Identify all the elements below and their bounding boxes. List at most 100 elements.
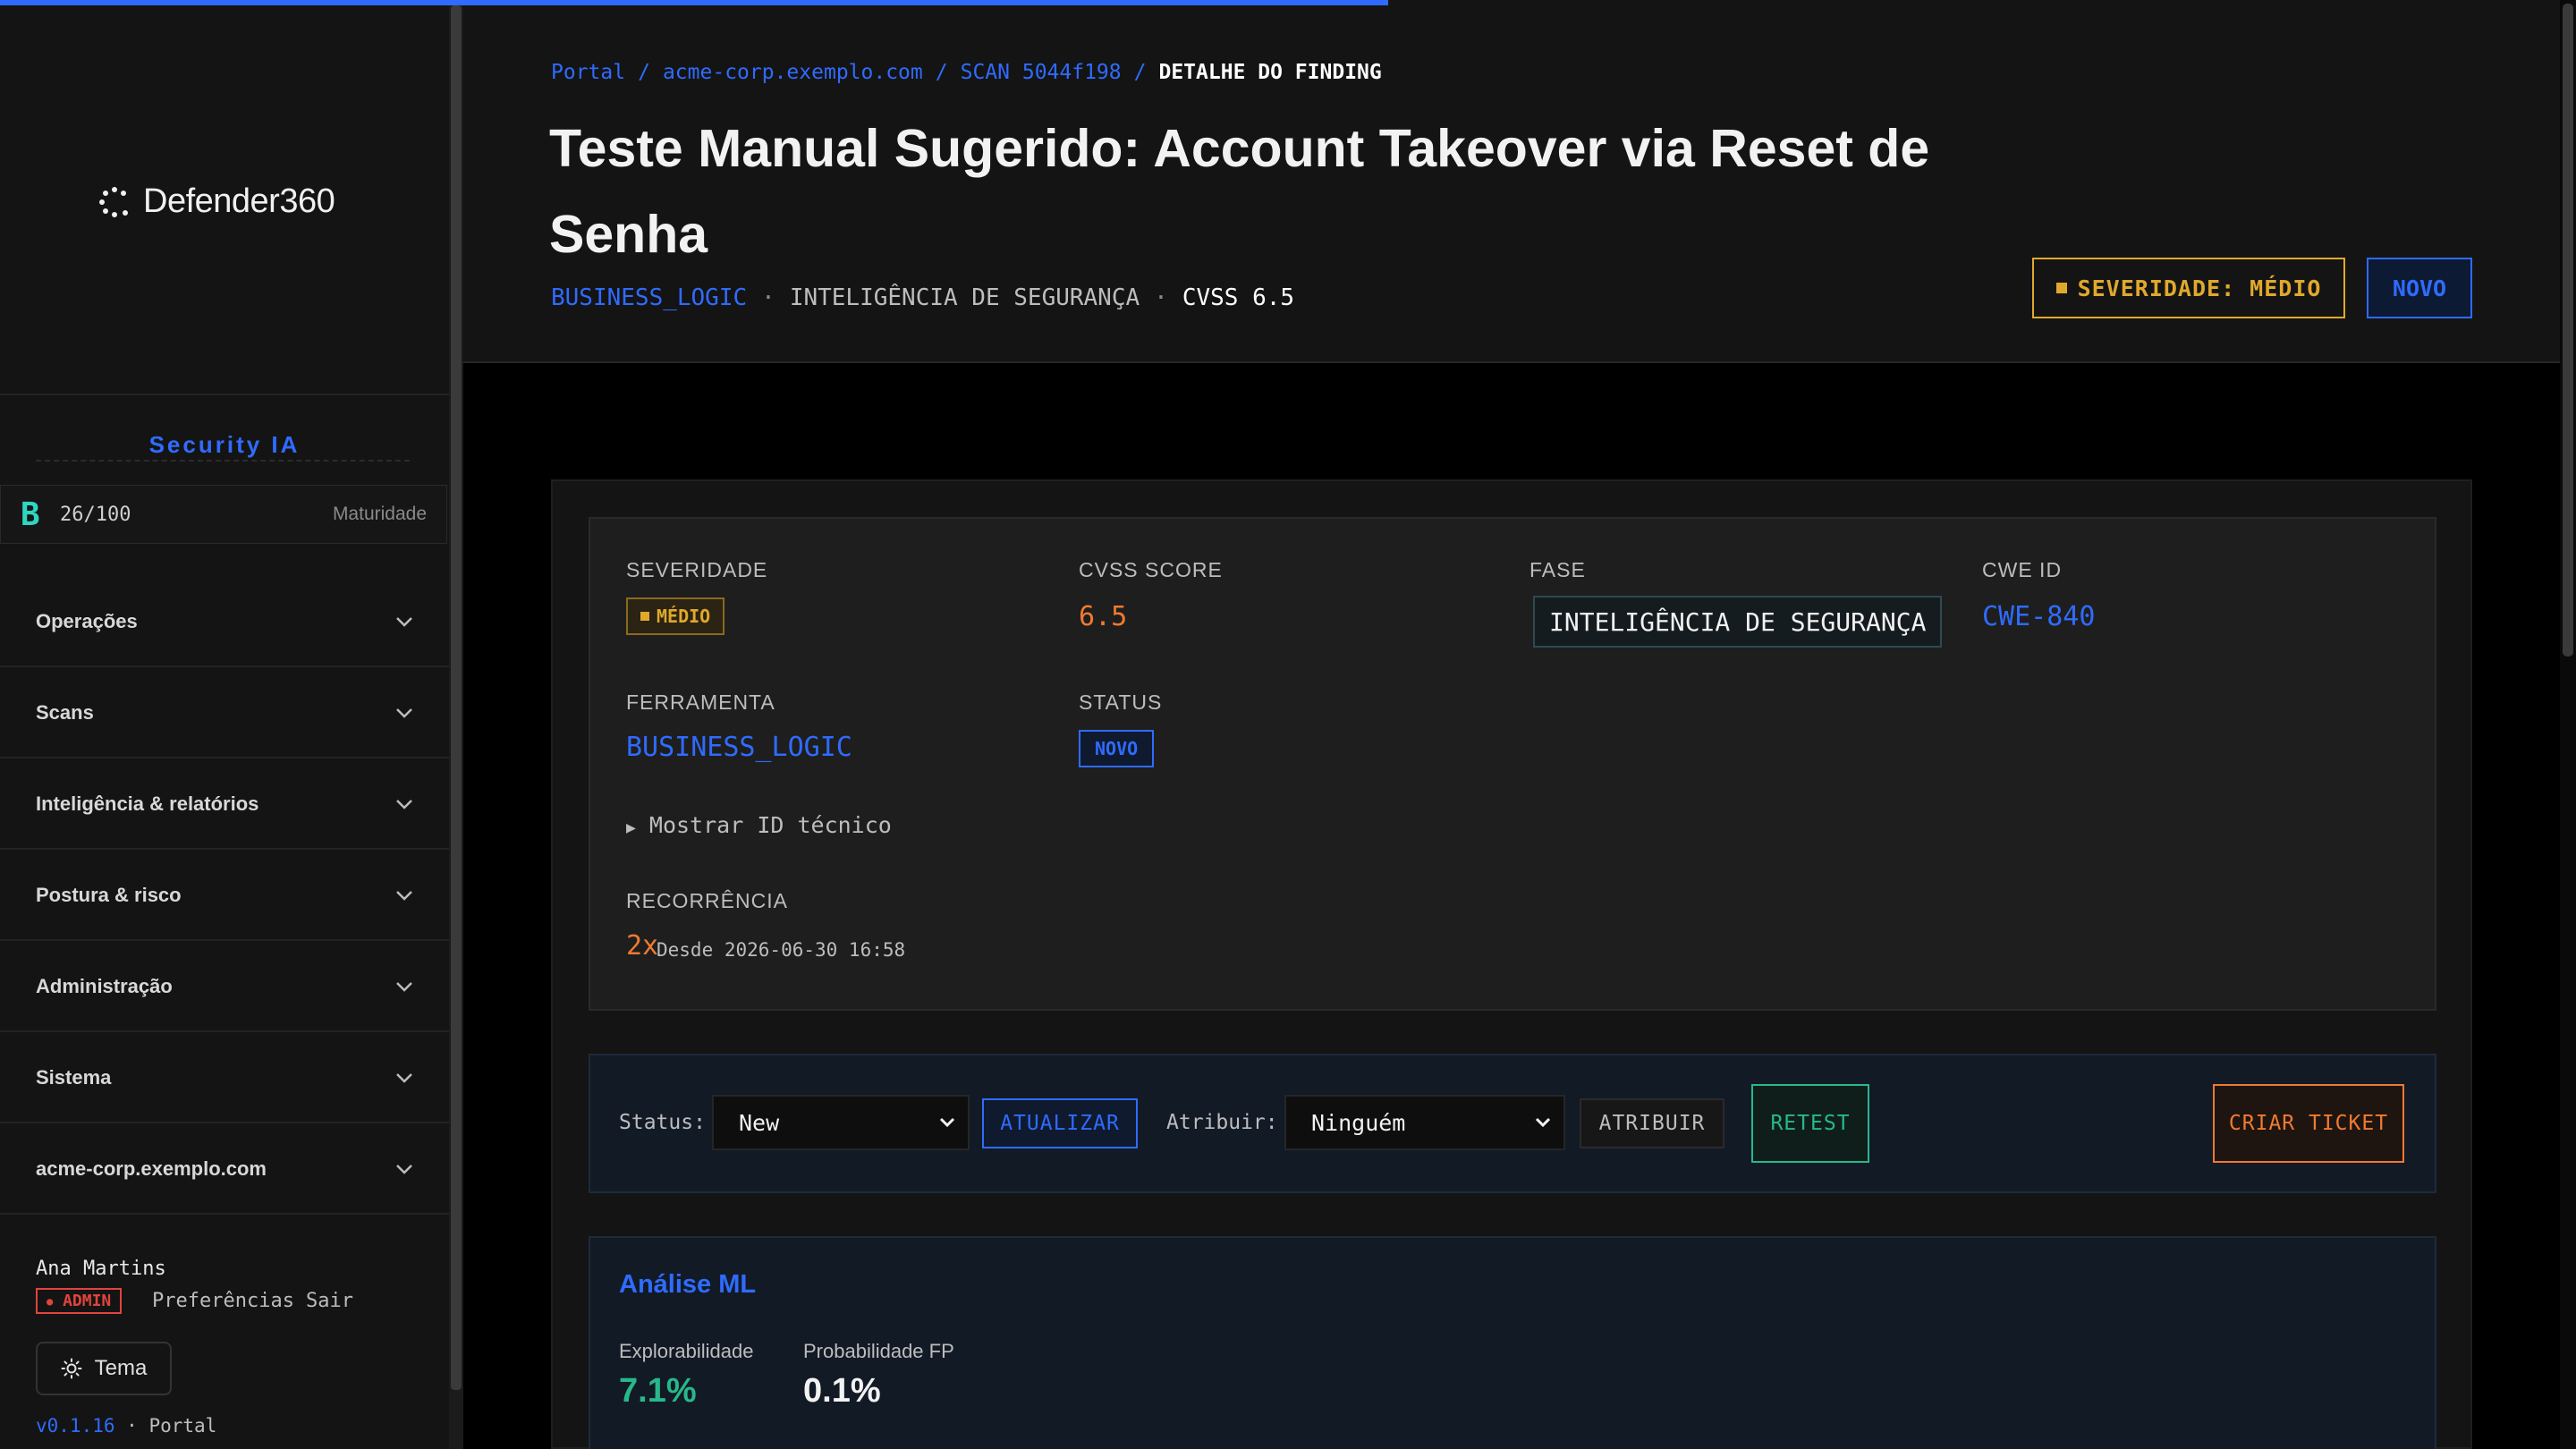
explorability-value: 7.1% <box>619 1372 697 1410</box>
role-badge: ● ADMIN <box>36 1288 123 1314</box>
logout-link[interactable]: Sair <box>306 1290 353 1312</box>
recorrencia-count: 2x <box>626 930 659 962</box>
page-title: Teste Manual Sugerido: Account Takeover … <box>549 119 1930 264</box>
version-suffix: · Portal <box>126 1415 217 1436</box>
sidebar: Defender360 Security IA B 26/100 Maturid… <box>0 0 449 1449</box>
status-label: STATUS <box>1079 691 1163 714</box>
sidebar-item-scans[interactable]: Scans <box>0 669 449 758</box>
breadcrumb-separator: / <box>935 61 948 84</box>
recorrencia-since: Desde 2026-06-30 16:58 <box>657 939 906 961</box>
version-info: v0.1.16 · Portal <box>36 1415 216 1436</box>
assign-select-value: Ninguém <box>1311 1109 1406 1136</box>
tech-id-toggle[interactable]: ▶ Mostrar ID técnico <box>626 812 892 838</box>
breadcrumb-portal[interactable]: Portal <box>551 61 625 84</box>
status-badge: NOVO <box>2367 258 2472 318</box>
assign-button[interactable]: ATRIBUIR <box>1580 1098 1724 1148</box>
chevron-down-icon <box>396 1073 412 1083</box>
security-ia-underline <box>36 460 410 462</box>
create-ticket-button[interactable]: CRIAR TICKET <box>2213 1084 2404 1163</box>
version-number[interactable]: v0.1.16 <box>36 1415 115 1436</box>
main-scrollbar[interactable] <box>2560 0 2576 1449</box>
meta-separator: · <box>1154 284 1168 311</box>
maturity-grade: B <box>21 496 40 533</box>
sidebar-item-label: Administração <box>36 975 173 997</box>
breadcrumb: Portal / acme-corp.exemplo.com / SCAN 5044f1… <box>551 61 1382 84</box>
breadcrumb-separator: / <box>1133 61 1147 84</box>
severity-square-icon <box>2055 283 2067 293</box>
theme-toggle-button[interactable]: Tema <box>36 1342 172 1395</box>
fase-label: FASE <box>1530 558 1586 581</box>
meta-tool[interactable]: BUSINESS_LOGIC <box>551 284 747 311</box>
sidebar-item-inteligencia[interactable]: Inteligência & relatórios <box>0 760 449 850</box>
status-select-value: New <box>739 1109 780 1136</box>
sidebar-item-label: Postura & risco <box>36 884 182 906</box>
severity-square-icon <box>640 612 649 621</box>
cvss-value: 6.5 <box>1079 601 1128 632</box>
update-status-button[interactable]: ATUALIZAR <box>982 1098 1138 1148</box>
cwe-label: CWE ID <box>1982 558 2063 581</box>
sun-icon <box>61 1358 82 1379</box>
role-label: ADMIN <box>63 1292 112 1310</box>
meta-separator: · <box>761 284 775 311</box>
meta-cvss: CVSS 6.5 <box>1182 284 1295 311</box>
chevron-down-icon <box>396 708 412 718</box>
sidebar-divider <box>0 394 449 395</box>
recorrencia-label: RECORRÊNCIA <box>626 889 788 912</box>
preferences-link[interactable]: Preferências <box>152 1290 294 1312</box>
cvss-label: CVSS SCORE <box>1079 558 1223 581</box>
severity-badge: SEVERIDADE: MÉDIO <box>2032 258 2345 318</box>
breadcrumb-scan[interactable]: SCAN 5044f198 <box>961 61 1122 84</box>
theme-label: Tema <box>94 1356 148 1380</box>
chevron-down-icon <box>396 617 412 627</box>
sidebar-item-sistema[interactable]: Sistema <box>0 1034 449 1123</box>
status-pill: NOVO <box>1079 730 1155 767</box>
brand-name: Defender360 <box>143 182 335 220</box>
sidebar-item-label: Operações <box>36 610 138 632</box>
retest-button[interactable]: RETEST <box>1751 1084 1869 1163</box>
finding-details-panel <box>589 517 2436 1011</box>
severity-badge-label: SEVERIDADE: MÉDIO <box>2077 275 2322 301</box>
chevron-down-icon <box>396 891 412 901</box>
user-name: Ana Martins <box>36 1258 166 1280</box>
sidebar-item-label: Sistema <box>36 1066 112 1089</box>
sidebar-item-label: Inteligência & relatórios <box>36 792 259 815</box>
finding-meta: BUSINESS_LOGIC · INTELIGÊNCIA DE SEGURANÇA… <box>551 284 1294 311</box>
sidebar-scrollbar[interactable] <box>449 0 463 1449</box>
sidebar-item-administracao[interactable]: Administração <box>0 943 449 1032</box>
chevron-down-icon <box>1535 1117 1551 1128</box>
sidebar-item-postura[interactable]: Postura & risco <box>0 852 449 941</box>
ml-analysis-title: Análise ML <box>619 1270 757 1299</box>
breadcrumb-target[interactable]: acme-corp.exemplo.com <box>663 61 923 84</box>
assign-select[interactable]: Ninguém <box>1284 1095 1565 1150</box>
maturity-label: Maturidade <box>332 504 427 524</box>
explorability-label: Explorabilidade <box>619 1340 754 1362</box>
page-load-progress-bar <box>0 0 1388 5</box>
sidebar-item-label: acme-corp.exemplo.com <box>36 1157 267 1180</box>
brand-logo[interactable]: Defender360 <box>98 182 335 221</box>
assign-select-label: Atribuir: <box>1166 1111 1278 1134</box>
security-ia-title[interactable]: Security IA <box>0 431 449 459</box>
main-scrollbar-thumb[interactable] <box>2563 4 2573 657</box>
severidade-label: SEVERIDADE <box>626 558 768 581</box>
ferramenta-value[interactable]: BUSINESS_LOGIC <box>626 732 852 763</box>
fase-value: INTELIGÊNCIA DE SEGURANÇA <box>1533 596 1943 648</box>
breadcrumb-current: DETALHE DO FINDING <box>1158 61 1382 84</box>
tech-id-label: Mostrar ID técnico <box>648 812 892 838</box>
fp-probability-label: Probabilidade FP <box>803 1340 954 1362</box>
sidebar-item-target[interactable]: acme-corp.exemplo.com <box>0 1125 449 1215</box>
chevron-down-icon <box>939 1117 955 1128</box>
chevron-down-icon <box>396 800 412 809</box>
breadcrumb-separator: / <box>638 61 650 84</box>
maturity-widget[interactable]: B 26/100 Maturidade <box>0 485 447 544</box>
status-select[interactable]: New <box>712 1095 970 1150</box>
sidebar-item-label: Scans <box>36 701 94 724</box>
severidade-value: MÉDIO <box>657 606 711 627</box>
status-select-label: Status: <box>619 1111 706 1134</box>
cwe-link[interactable]: CWE-840 <box>1982 601 2095 632</box>
maturity-score: 26/100 <box>60 504 131 526</box>
meta-phase: INTELIGÊNCIA DE SEGURANÇA <box>789 284 1140 311</box>
fp-probability-value: 0.1% <box>803 1372 881 1410</box>
chevron-down-icon <box>396 1165 412 1174</box>
sidebar-item-operacoes[interactable]: Operações <box>0 578 449 667</box>
sidebar-scrollbar-thumb[interactable] <box>451 5 462 1390</box>
